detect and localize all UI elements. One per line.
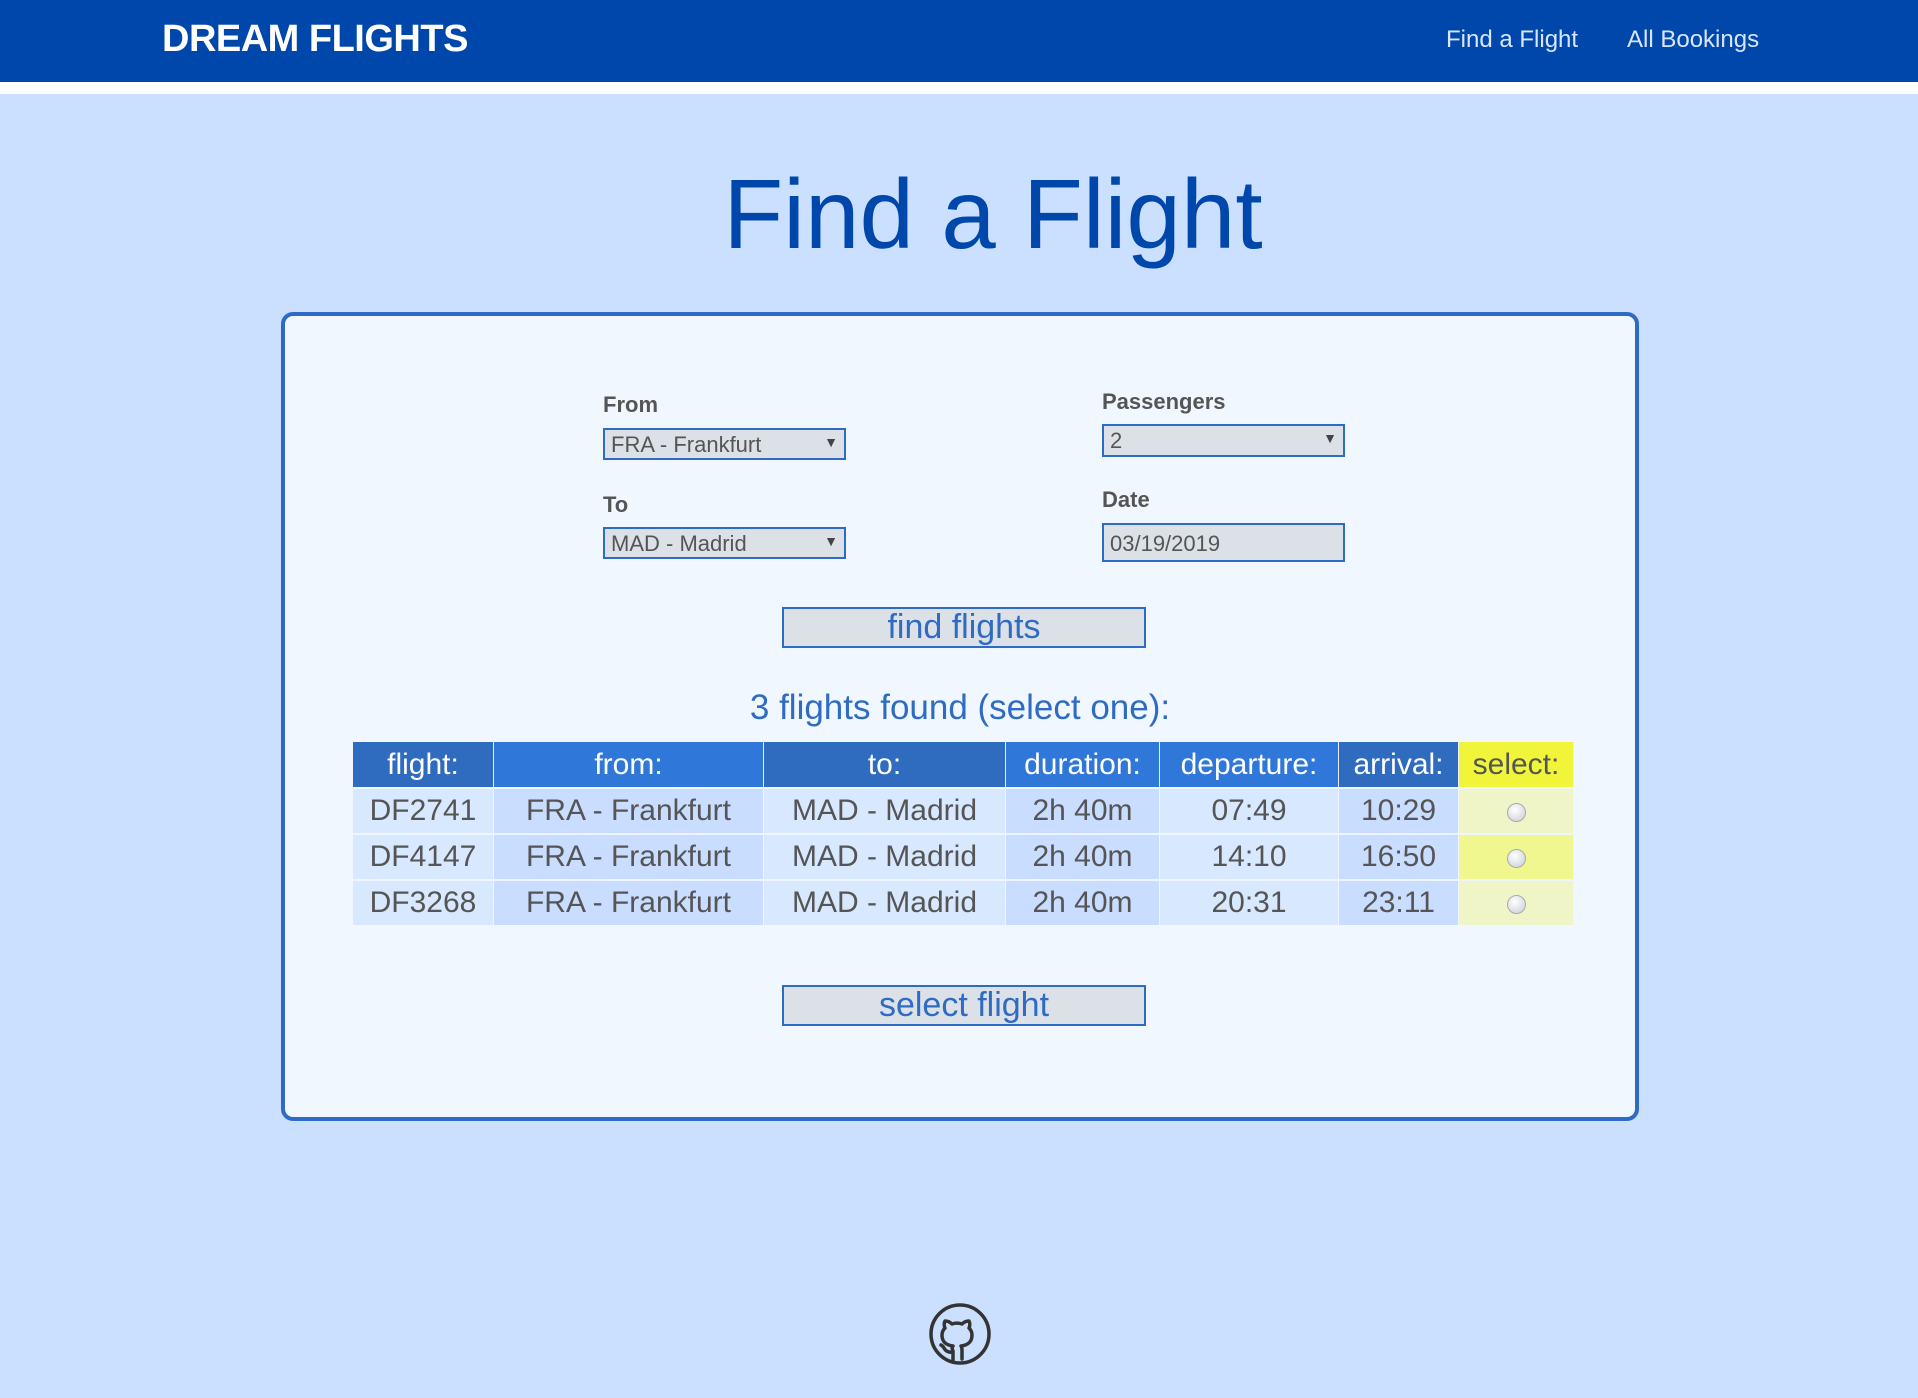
from-label: From [603, 392, 658, 417]
select-flight-button[interactable]: select flight [782, 985, 1146, 1026]
passengers-label: Passengers [1102, 389, 1226, 414]
flight-from: FRA - Frankfurt [493, 787, 764, 834]
select-cell [1458, 833, 1574, 880]
flight-number: DF4147 [353, 833, 494, 880]
flight-departure: 14:10 [1159, 833, 1339, 880]
col-from: from: [493, 742, 764, 788]
search-card: From FRA - Frankfurt ▼ To MAD - Madrid ▼ P… [281, 312, 1639, 1121]
table-row[interactable]: DF2741 FRA - Frankfurt MAD - Madrid 2h 4… [353, 787, 1574, 834]
table-row[interactable]: DF4147 FRA - Frankfurt MAD - Madrid 2h 4… [353, 833, 1574, 880]
table-header: flight: from: to: duration: departure: a… [353, 742, 1574, 788]
flight-arrival: 10:29 [1338, 787, 1459, 834]
flight-to: MAD - Madrid [763, 833, 1006, 880]
page-title: Find a Flight [723, 159, 1263, 269]
flight-to: MAD - Madrid [763, 879, 1006, 925]
col-flight: flight: [353, 742, 494, 788]
flight-arrival: 16:50 [1338, 833, 1459, 880]
table-row[interactable]: DF3268 FRA - Frankfurt MAD - Madrid 2h 4… [353, 879, 1574, 925]
date-label: Date [1102, 487, 1150, 512]
find-flights-button[interactable]: find flights [782, 607, 1146, 648]
passengers-select[interactable]: 2 ▼ [1102, 424, 1345, 457]
select-radio[interactable] [1506, 894, 1526, 914]
top-nav-bar: DREAM FLIGHTS Find a Flight All Bookings [0, 0, 1918, 94]
logo[interactable]: DREAM FLIGHTS [162, 18, 468, 61]
to-select[interactable]: MAD - Madrid ▼ [603, 527, 846, 559]
chevron-down-icon: ▼ [1323, 430, 1337, 446]
date-input[interactable]: 03/19/2019 [1102, 523, 1345, 562]
chevron-down-icon: ▼ [824, 434, 838, 450]
col-departure: departure: [1159, 742, 1339, 788]
flight-duration: 2h 40m [1005, 879, 1160, 925]
flight-to: MAD - Madrid [763, 787, 1006, 834]
col-duration: duration: [1005, 742, 1160, 788]
flight-arrival: 23:11 [1338, 879, 1459, 925]
chevron-down-icon: ▼ [824, 533, 838, 549]
select-cell [1458, 879, 1574, 925]
flights-table: flight: from: to: duration: departure: a… [353, 742, 1574, 925]
to-label: To [603, 492, 629, 517]
col-to: to: [763, 742, 1006, 788]
to-value: MAD - Madrid [611, 531, 747, 556]
flight-duration: 2h 40m [1005, 833, 1160, 880]
from-select[interactable]: FRA - Frankfurt ▼ [603, 428, 846, 460]
col-arrival: arrival: [1338, 742, 1459, 788]
nav-all-bookings[interactable]: All Bookings [1627, 26, 1759, 54]
passengers-value: 2 [1110, 428, 1123, 453]
date-value: 03/19/2019 [1110, 531, 1221, 556]
github-icon[interactable] [928, 1302, 992, 1366]
flight-from: FRA - Frankfurt [493, 879, 764, 925]
flight-number: DF2741 [353, 787, 494, 834]
nav-find-a-flight[interactable]: Find a Flight [1446, 26, 1578, 54]
flight-number: DF3268 [353, 879, 494, 925]
from-value: FRA - Frankfurt [611, 432, 762, 457]
col-select: select: [1458, 742, 1574, 788]
select-radio[interactable] [1506, 802, 1526, 822]
flight-departure: 20:31 [1159, 879, 1339, 925]
select-radio[interactable] [1506, 848, 1526, 868]
results-summary: 3 flights found (select one): [749, 688, 1171, 727]
select-cell [1458, 787, 1574, 834]
flight-departure: 07:49 [1159, 787, 1339, 834]
flight-duration: 2h 40m [1005, 787, 1160, 834]
flight-from: FRA - Frankfurt [493, 833, 764, 880]
